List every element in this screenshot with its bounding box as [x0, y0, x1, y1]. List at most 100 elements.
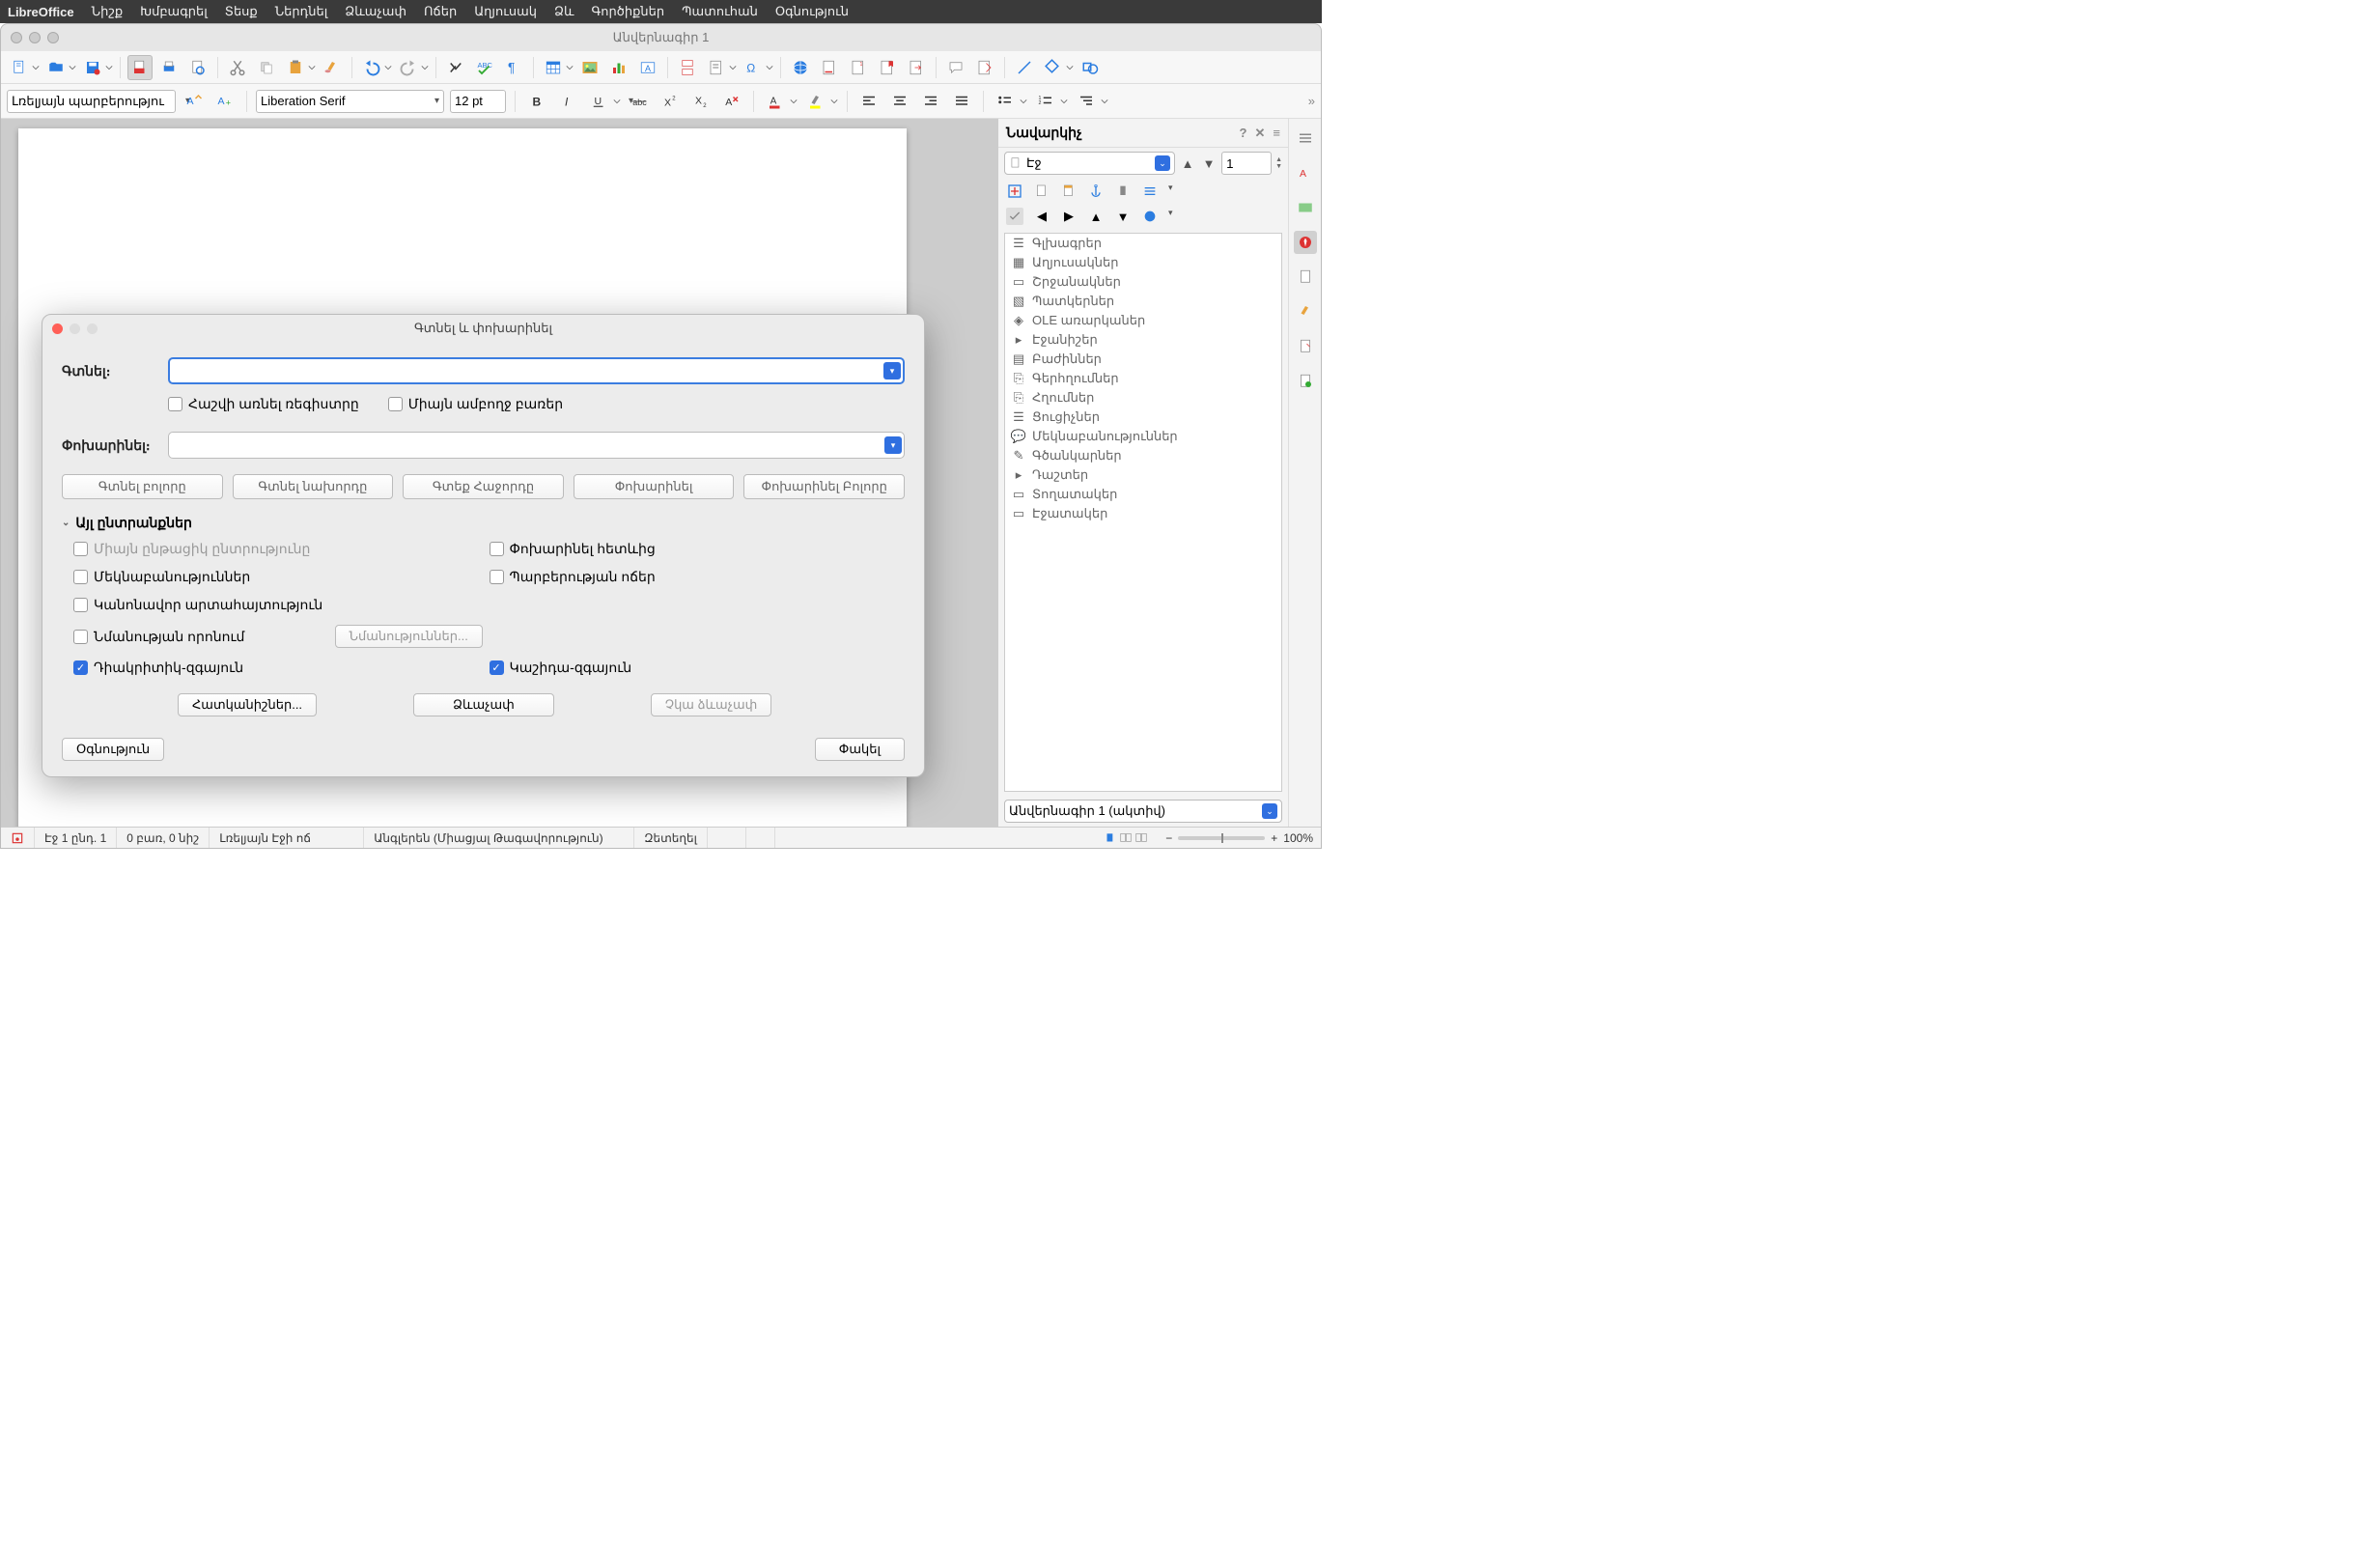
bookmark-button[interactable]: [875, 55, 900, 80]
comment-button[interactable]: [943, 55, 968, 80]
print-preview-button[interactable]: [185, 55, 210, 80]
hyperlink-button[interactable]: [788, 55, 813, 80]
shapes-button[interactable]: [1041, 55, 1066, 80]
font-name-value[interactable]: [261, 94, 431, 108]
insert-field-button[interactable]: [704, 55, 729, 80]
draw-functions-button[interactable]: [1078, 55, 1103, 80]
reminder-icon[interactable]: [1114, 183, 1132, 200]
zoom-control[interactable]: − + 100%: [1158, 831, 1321, 845]
menu-help[interactable]: Օգնություն: [775, 4, 849, 19]
outline-list-button[interactable]: [1074, 89, 1099, 114]
insert-table-dropdown[interactable]: [566, 55, 574, 80]
insert-image-button[interactable]: [577, 55, 602, 80]
font-color-button[interactable]: A: [763, 89, 788, 114]
navigator-tree[interactable]: ☰Գլխագրեր ▦Աղյուսակներ ▭Շրջանակներ ▧Պատկ…: [1004, 233, 1282, 792]
paste-dropdown[interactable]: [308, 55, 316, 80]
whole-words-checkbox[interactable]: Միայն ամբողջ բառեր: [388, 396, 563, 412]
zoom-in-icon[interactable]: +: [1271, 831, 1277, 845]
track-changes-button[interactable]: [972, 55, 997, 80]
menu-window[interactable]: Պատուհան: [682, 4, 758, 19]
replace-input[interactable]: [175, 438, 884, 453]
spellcheck-button[interactable]: ABC: [472, 55, 497, 80]
formatting-marks-button[interactable]: ¶: [501, 55, 526, 80]
insert-textbox-button[interactable]: A: [635, 55, 660, 80]
toolbar-overflow-icon[interactable]: »: [1308, 94, 1315, 108]
print-button[interactable]: [156, 55, 182, 80]
find-input-wrap[interactable]: ▾: [168, 357, 905, 384]
manage-changes-rail-icon[interactable]: [1294, 335, 1317, 358]
page-break-button[interactable]: [675, 55, 700, 80]
page-combo[interactable]: Էջ ⌄: [1004, 152, 1175, 175]
nav-dropdown-icon[interactable]: [1141, 183, 1159, 200]
bullet-list-button[interactable]: [993, 89, 1018, 114]
clear-format-button[interactable]: A: [719, 89, 744, 114]
open-button[interactable]: [43, 55, 69, 80]
dialog-close-icon[interactable]: [52, 323, 63, 334]
save-status-icon[interactable]: [1, 828, 35, 848]
align-center-button[interactable]: [887, 89, 912, 114]
undo-button[interactable]: [359, 55, 384, 80]
special-char-dropdown[interactable]: [766, 55, 773, 80]
cut-button[interactable]: [225, 55, 250, 80]
update-style-button[interactable]: A: [182, 89, 207, 114]
menu-form[interactable]: Ձև: [554, 4, 574, 19]
export-pdf-button[interactable]: [127, 55, 153, 80]
help-icon[interactable]: ?: [1240, 126, 1247, 141]
toggle-master-icon[interactable]: [1033, 183, 1050, 200]
save-button[interactable]: [80, 55, 105, 80]
font-size-combo[interactable]: ▾: [450, 90, 506, 113]
nav-right-icon[interactable]: ▶: [1060, 208, 1078, 225]
list-box-icon[interactable]: [1006, 208, 1023, 225]
cross-ref-button[interactable]: [904, 55, 929, 80]
content-view-icon[interactable]: [1006, 183, 1023, 200]
replace-backwards-checkbox[interactable]: Փոխարինել հետևից: [490, 541, 906, 557]
help-button[interactable]: Օգնություն: [62, 738, 164, 761]
menu-view[interactable]: Տեսք: [225, 4, 258, 19]
new-doc-button[interactable]: [7, 55, 32, 80]
redo-button[interactable]: [396, 55, 421, 80]
anchor-icon[interactable]: [1087, 183, 1105, 200]
undo-dropdown[interactable]: [384, 55, 392, 80]
zoom-value[interactable]: 100%: [1283, 831, 1313, 845]
find-all-button[interactable]: Գտնել բոլորը: [62, 474, 223, 499]
footnote-button[interactable]: [817, 55, 842, 80]
header-icon[interactable]: [1060, 183, 1078, 200]
bullet-list-dropdown[interactable]: [1020, 89, 1027, 114]
find-input[interactable]: [176, 364, 883, 379]
replace-all-button[interactable]: Փոխարինել Բոլորը: [743, 474, 905, 499]
font-name-combo[interactable]: ▾: [256, 90, 444, 113]
page-info[interactable]: Էջ 1 ընդ. 1: [35, 828, 117, 848]
page-style[interactable]: Լռելյայն Էջի ոճ: [210, 828, 364, 848]
spin-down-icon[interactable]: ▼: [1275, 163, 1282, 170]
new-style-button[interactable]: A+: [212, 89, 238, 114]
replace-button[interactable]: Փոխարինել: [574, 474, 735, 499]
number-list-dropdown[interactable]: [1060, 89, 1068, 114]
next-page-icon[interactable]: ▼: [1200, 154, 1218, 172]
globe-icon[interactable]: [1141, 208, 1159, 225]
menu-edit[interactable]: Խմբագրել: [140, 4, 208, 19]
paragraph-styles-checkbox[interactable]: Պարբերության ոճեր: [490, 569, 906, 585]
document-select[interactable]: Անվերնագիր 1 (ակտիվ) ⌄: [1004, 800, 1282, 823]
paragraph-style-value[interactable]: [12, 94, 182, 108]
chevron-updown-icon[interactable]: ⌄: [1155, 155, 1170, 171]
chevron-down-icon[interactable]: ▾: [1168, 208, 1173, 225]
match-case-checkbox[interactable]: Հաշվի առնել ռեգիստրը: [168, 396, 359, 412]
strikethrough-button[interactable]: abc: [627, 89, 652, 114]
underline-dropdown[interactable]: [613, 89, 621, 114]
document-area[interactable]: Գտնել և փոխարինել Գտնել։ ▾ Հաշվի առնել ռ…: [1, 119, 997, 827]
style-inspector-rail-icon[interactable]: [1294, 300, 1317, 323]
kashida-checkbox[interactable]: Կաշիդա-զգայուն: [490, 660, 906, 676]
language[interactable]: Անգլերեն (Միացյալ Թագավորություն): [364, 828, 634, 848]
close-button[interactable]: Փակել: [815, 738, 905, 761]
minimize-window-icon[interactable]: [29, 32, 41, 43]
italic-button[interactable]: I: [555, 89, 580, 114]
close-panel-icon[interactable]: ✕: [1255, 126, 1266, 141]
nav-up-icon[interactable]: ▲: [1087, 208, 1105, 225]
page-rail-icon[interactable]: [1294, 266, 1317, 289]
font-color-dropdown[interactable]: [790, 89, 798, 114]
find-next-button[interactable]: Գտեք Հաջորդը: [403, 474, 564, 499]
insert-table-button[interactable]: [541, 55, 566, 80]
copy-button[interactable]: [254, 55, 279, 80]
app-name[interactable]: LibreOffice: [8, 5, 74, 19]
styles-rail-icon[interactable]: A: [1294, 161, 1317, 184]
